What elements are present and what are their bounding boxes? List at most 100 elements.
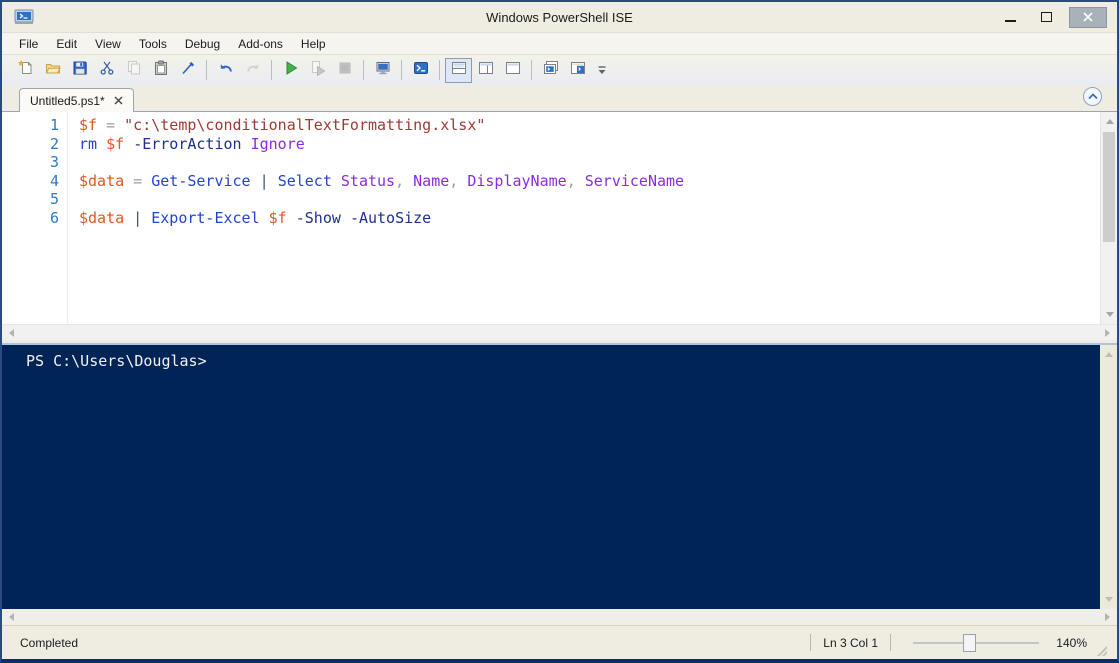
new-powershell-tab-button[interactable] bbox=[537, 58, 564, 83]
start-powershell-button[interactable] bbox=[407, 58, 434, 83]
script-tab[interactable]: Untitled5.ps1* bbox=[19, 88, 134, 112]
console-horizontal-scrollbar[interactable] bbox=[2, 609, 1117, 625]
window-title: Windows PowerShell ISE bbox=[486, 9, 633, 25]
new-remote-powershell-tab-button[interactable] bbox=[369, 58, 396, 83]
code-token-param: -AutoSize bbox=[349, 208, 432, 227]
run-script-icon bbox=[283, 60, 299, 81]
code-token-pln bbox=[332, 172, 341, 190]
show-powershell-window-icon bbox=[570, 60, 586, 81]
code-token-op: = bbox=[124, 171, 152, 190]
show-powershell-window-button[interactable] bbox=[564, 58, 591, 83]
code-line[interactable]: rm $f -ErrorAction Ignore bbox=[79, 135, 1100, 154]
undo-button[interactable] bbox=[212, 58, 239, 83]
code-token-cmd: Select bbox=[277, 171, 332, 190]
code-token-var: $f bbox=[106, 134, 125, 153]
zoom-slider-thumb[interactable] bbox=[963, 633, 977, 652]
line-number: 4 bbox=[49, 171, 59, 190]
redo-icon bbox=[245, 60, 261, 81]
zoom-slider[interactable] bbox=[913, 633, 1039, 653]
collapse-script-pane-button[interactable] bbox=[1083, 87, 1102, 106]
console-scroll-down-icon[interactable] bbox=[1105, 597, 1113, 602]
editor-horizontal-scrollbar[interactable] bbox=[2, 324, 1117, 340]
clear-console-pane-button[interactable] bbox=[174, 58, 201, 83]
toolbar-separator bbox=[401, 60, 402, 80]
menu-help[interactable]: Help bbox=[292, 34, 335, 54]
code-token-var: $f bbox=[79, 116, 98, 134]
resize-grip[interactable] bbox=[1095, 644, 1107, 656]
console-prompt[interactable]: PS C:\Users\Douglas> bbox=[2, 345, 1100, 609]
line-number: 2 bbox=[49, 134, 59, 153]
save-script-button[interactable] bbox=[66, 58, 93, 83]
script-tab-label: Untitled5.ps1* bbox=[30, 93, 105, 108]
line-number-gutter: 123456 bbox=[2, 112, 68, 324]
code-line[interactable]: $f = "c:\temp\conditionalTextFormatting.… bbox=[79, 116, 1100, 135]
new-script-button[interactable] bbox=[12, 58, 39, 83]
paste-button[interactable] bbox=[147, 58, 174, 83]
scroll-right-arrow-icon[interactable] bbox=[1105, 329, 1110, 337]
scroll-left-arrow-icon[interactable] bbox=[9, 329, 14, 337]
maximize-button[interactable] bbox=[1033, 7, 1059, 27]
code-token-arg: Status bbox=[340, 171, 396, 190]
editor-scrollbar-thumb[interactable] bbox=[1103, 132, 1115, 242]
minimize-button[interactable] bbox=[997, 7, 1023, 27]
new-remote-powershell-tab-icon bbox=[375, 60, 391, 81]
code-token-op: , bbox=[449, 171, 468, 190]
menu-tools[interactable]: Tools bbox=[130, 34, 176, 54]
cursor-position: Ln 3 Col 1 bbox=[823, 635, 878, 650]
console-scroll-left-icon[interactable] bbox=[9, 613, 14, 621]
tab-close-icon[interactable] bbox=[114, 96, 123, 105]
show-script-pane-top-button[interactable] bbox=[445, 57, 472, 83]
code-token-var: $f bbox=[268, 208, 287, 227]
menu-addons[interactable]: Add-ons bbox=[229, 34, 292, 54]
show-script-pane-top-icon bbox=[451, 60, 467, 81]
console-vertical-scrollbar[interactable] bbox=[1100, 345, 1117, 609]
toolbar-separator bbox=[531, 60, 532, 80]
scroll-down-arrow-icon[interactable] bbox=[1106, 312, 1114, 317]
show-script-pane-maximized-button[interactable] bbox=[499, 58, 526, 83]
code-token-cmd: Export-Excel bbox=[151, 208, 260, 227]
scroll-up-arrow-icon[interactable] bbox=[1106, 119, 1114, 124]
code-token-op: = bbox=[97, 116, 125, 134]
close-button[interactable] bbox=[1069, 6, 1107, 28]
zoom-level: 140% bbox=[1056, 635, 1087, 650]
code-line[interactable] bbox=[79, 153, 1100, 172]
menu-edit[interactable]: Edit bbox=[47, 34, 86, 54]
code-line[interactable]: $data | Export-Excel $f -Show -AutoSize bbox=[79, 209, 1100, 228]
toolbar-separator bbox=[439, 60, 440, 80]
run-script-button[interactable] bbox=[277, 58, 304, 83]
code-token-str: "c:\temp\conditionalTextFormatting.xlsx" bbox=[124, 116, 486, 134]
chevron-up-icon bbox=[1087, 93, 1098, 100]
toolbar-overflow-button[interactable] bbox=[593, 58, 611, 83]
code-token-cmd: Get-Service bbox=[151, 171, 251, 190]
show-script-pane-right-button[interactable] bbox=[472, 58, 499, 83]
console-scroll-up-icon[interactable] bbox=[1105, 352, 1113, 357]
menu-debug[interactable]: Debug bbox=[176, 34, 229, 54]
console-scroll-right-icon[interactable] bbox=[1105, 613, 1110, 621]
code-line[interactable]: $data = Get-Service | Select Status, Nam… bbox=[79, 172, 1100, 191]
menu-file[interactable]: File bbox=[10, 34, 47, 54]
script-editor-pane[interactable]: 123456 $f = "c:\temp\conditionalTextForm… bbox=[2, 111, 1117, 340]
code-token-arg: Name bbox=[413, 171, 450, 190]
code-token-arg: DisplayName bbox=[467, 171, 567, 190]
code-token-param: -Show bbox=[295, 208, 341, 227]
menu-view[interactable]: View bbox=[86, 34, 130, 54]
open-script-button[interactable] bbox=[39, 58, 66, 83]
toolbar bbox=[2, 55, 1117, 85]
new-script-icon bbox=[17, 59, 34, 81]
code-line[interactable] bbox=[79, 190, 1100, 209]
powershell-ise-window: Windows PowerShell ISE File Edit View Tools… bbox=[0, 0, 1119, 663]
console-pane[interactable]: PS C:\Users\Douglas> bbox=[2, 343, 1117, 625]
line-number: 3 bbox=[49, 153, 59, 172]
code-token-pln bbox=[287, 209, 296, 227]
editor-vertical-scrollbar[interactable] bbox=[1100, 112, 1117, 324]
redo-button bbox=[239, 58, 266, 83]
code-token-var: $data bbox=[79, 171, 125, 190]
line-number: 5 bbox=[49, 190, 59, 209]
line-number: 1 bbox=[49, 116, 59, 134]
script-code-area[interactable]: $f = "c:\temp\conditionalTextFormatting.… bbox=[68, 112, 1100, 324]
code-token-pln bbox=[242, 135, 251, 153]
status-text: Completed bbox=[20, 635, 79, 650]
cut-button[interactable] bbox=[93, 58, 120, 83]
tab-strip: Untitled5.ps1* bbox=[2, 85, 1117, 112]
code-token-pipe: | bbox=[124, 208, 152, 227]
